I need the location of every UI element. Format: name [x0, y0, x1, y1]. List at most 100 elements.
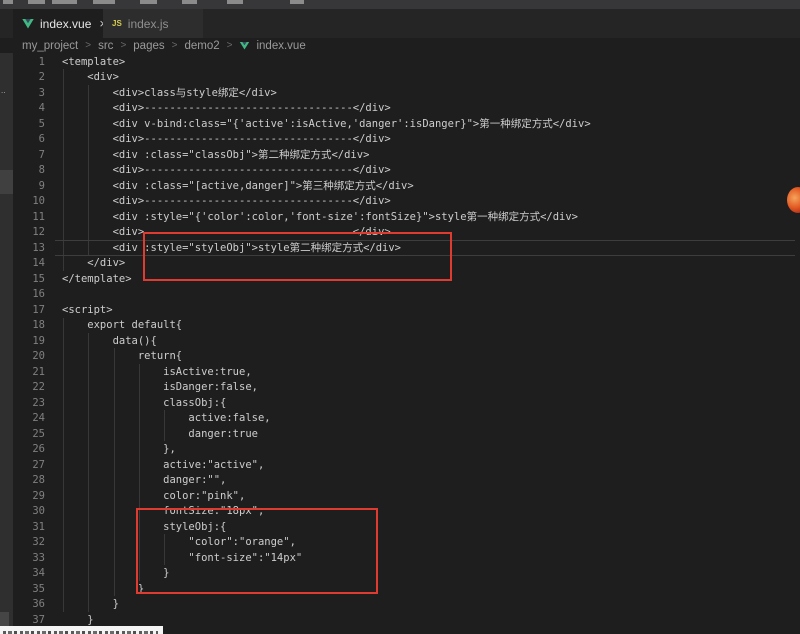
menu-text-fragment — [28, 0, 45, 4]
line-number: 31 — [13, 521, 45, 533]
tab-index-vue[interactable]: index.vue × — [13, 9, 103, 38]
menu-text-fragment — [290, 0, 304, 4]
breadcrumb-separator: > — [227, 40, 233, 51]
line-number: 24 — [13, 412, 45, 424]
code-line[interactable]: 31 styleObj:{ — [13, 519, 800, 535]
code-text: active:false, — [45, 412, 271, 424]
code-line[interactable]: 26 }, — [13, 442, 800, 458]
code-text: }, — [45, 443, 176, 455]
code-line[interactable]: 25 danger:true — [13, 426, 800, 442]
code-line[interactable]: 18 export default{ — [13, 318, 800, 334]
code-line[interactable]: 16 — [13, 287, 800, 303]
vue-icon — [22, 19, 34, 29]
code-text: } — [45, 614, 94, 626]
line-number: 27 — [13, 459, 45, 471]
breadcrumb-separator: > — [120, 40, 126, 51]
code-lines: 1<template>2 <div>3 <div>class与style绑定</… — [13, 54, 800, 628]
code-line[interactable]: 28 danger:"", — [13, 473, 800, 489]
line-number: 26 — [13, 443, 45, 455]
code-text: <div>---------------------------------</… — [45, 102, 391, 114]
line-number: 8 — [13, 164, 45, 176]
indent-guide — [63, 318, 64, 612]
code-editor[interactable]: .. 1<template>2 <div>3 <div>class与style绑… — [0, 53, 800, 634]
code-line[interactable]: 29 color:"pink", — [13, 488, 800, 504]
code-text: <div :class="[active,danger]">第三种绑定方式</d… — [45, 178, 414, 193]
code-text: <div :class="classObj">第二种绑定方式</div> — [45, 147, 369, 162]
indent-guide — [88, 333, 89, 612]
code-line[interactable]: 22 isDanger:false, — [13, 380, 800, 396]
code-text: <div v-bind:class="{'active':isActive,'d… — [45, 116, 591, 131]
line-number: 35 — [13, 583, 45, 595]
line-number: 14 — [13, 257, 45, 269]
indent-guide — [164, 410, 165, 441]
line-number: 17 — [13, 304, 45, 316]
vue-icon — [239, 42, 249, 50]
code-text: isDanger:false, — [45, 381, 258, 393]
code-line[interactable]: 1<template> — [13, 54, 800, 70]
code-line[interactable]: 5 <div v-bind:class="{'active':isActive,… — [13, 116, 800, 132]
code-line[interactable]: 20 return{ — [13, 349, 800, 365]
menu-text-fragment — [93, 0, 115, 4]
code-line[interactable]: 2 <div> — [13, 70, 800, 86]
code-line[interactable]: 6 <div>---------------------------------… — [13, 132, 800, 148]
breadcrumb-item[interactable]: demo2 — [184, 40, 219, 52]
code-text: danger:"", — [45, 474, 226, 486]
code-line[interactable]: 32 "color":"orange", — [13, 535, 800, 551]
line-number: 32 — [13, 536, 45, 548]
line-number: 30 — [13, 505, 45, 517]
code-line[interactable]: 10 <div>--------------------------------… — [13, 194, 800, 210]
code-line[interactable]: 17<script> — [13, 302, 800, 318]
line-number: 37 — [13, 614, 45, 626]
line-number: 12 — [13, 226, 45, 238]
tab-label: index.vue — [40, 17, 91, 31]
code-line[interactable]: 3 <div>class与style绑定</div> — [13, 85, 800, 101]
menu-text-fragment — [182, 0, 197, 4]
code-text: </div> — [45, 257, 125, 269]
code-text: <div>---------------------------------</… — [45, 133, 391, 145]
code-line[interactable]: 30 fontSize:"18px", — [13, 504, 800, 520]
line-number: 25 — [13, 428, 45, 440]
line-number: 5 — [13, 118, 45, 130]
menu-text-fragment — [52, 0, 77, 4]
code-line[interactable]: 33 "font-size":"14px" — [13, 550, 800, 566]
code-line[interactable]: 35 } — [13, 581, 800, 597]
left-strip-block — [0, 170, 13, 194]
line-number: 33 — [13, 552, 45, 564]
menu-text-fragment — [3, 0, 13, 4]
breadcrumb-item[interactable]: pages — [133, 40, 164, 52]
code-line[interactable]: 23 classObj:{ — [13, 395, 800, 411]
breadcrumb-item[interactable]: my_project — [22, 40, 78, 52]
code-text: <div>class与style绑定</div> — [45, 85, 277, 100]
code-text: isActive:true, — [45, 366, 252, 378]
line-number: 1 — [13, 56, 45, 68]
tab-index-js[interactable]: JS index.js — [103, 9, 203, 38]
code-line[interactable]: 19 data(){ — [13, 333, 800, 349]
code-line[interactable]: 36 } — [13, 597, 800, 613]
line-number: 3 — [13, 87, 45, 99]
code-text: <div>---------------------------------</… — [45, 195, 391, 207]
code-line[interactable]: 9 <div :class="[active,danger]">第三种绑定方式<… — [13, 178, 800, 194]
code-line[interactable]: 27 active:"active", — [13, 457, 800, 473]
code-line[interactable]: 21 isActive:true, — [13, 364, 800, 380]
code-text: <script> — [45, 304, 113, 316]
line-number: 15 — [13, 273, 45, 285]
menu-text-fragment — [140, 0, 157, 4]
line-number: 16 — [13, 288, 45, 300]
code-line[interactable]: 7 <div :class="classObj">第二种绑定方式</div> — [13, 147, 800, 163]
breadcrumb: my_project>src>pages>demo2>index.vue — [22, 38, 306, 53]
code-text: <template> — [45, 56, 125, 68]
code-text: classObj:{ — [45, 397, 226, 409]
breadcrumb-item[interactable]: index.vue — [256, 40, 305, 52]
line-number: 34 — [13, 567, 45, 579]
line-number: 6 — [13, 133, 45, 145]
breadcrumb-item[interactable]: src — [98, 40, 113, 52]
code-line[interactable]: 24 active:false, — [13, 411, 800, 427]
code-line[interactable]: 11 <div :style="{'color':color,'font-siz… — [13, 209, 800, 225]
code-line[interactable]: 4 <div>---------------------------------… — [13, 101, 800, 117]
line-number: 11 — [13, 211, 45, 223]
code-line[interactable]: 8 <div>---------------------------------… — [13, 163, 800, 179]
line-number: 9 — [13, 180, 45, 192]
vscode-window: index.vue × JS index.js my_project > src > p… — [0, 0, 800, 634]
code-line[interactable]: 34 } — [13, 566, 800, 582]
line-number: 28 — [13, 474, 45, 486]
